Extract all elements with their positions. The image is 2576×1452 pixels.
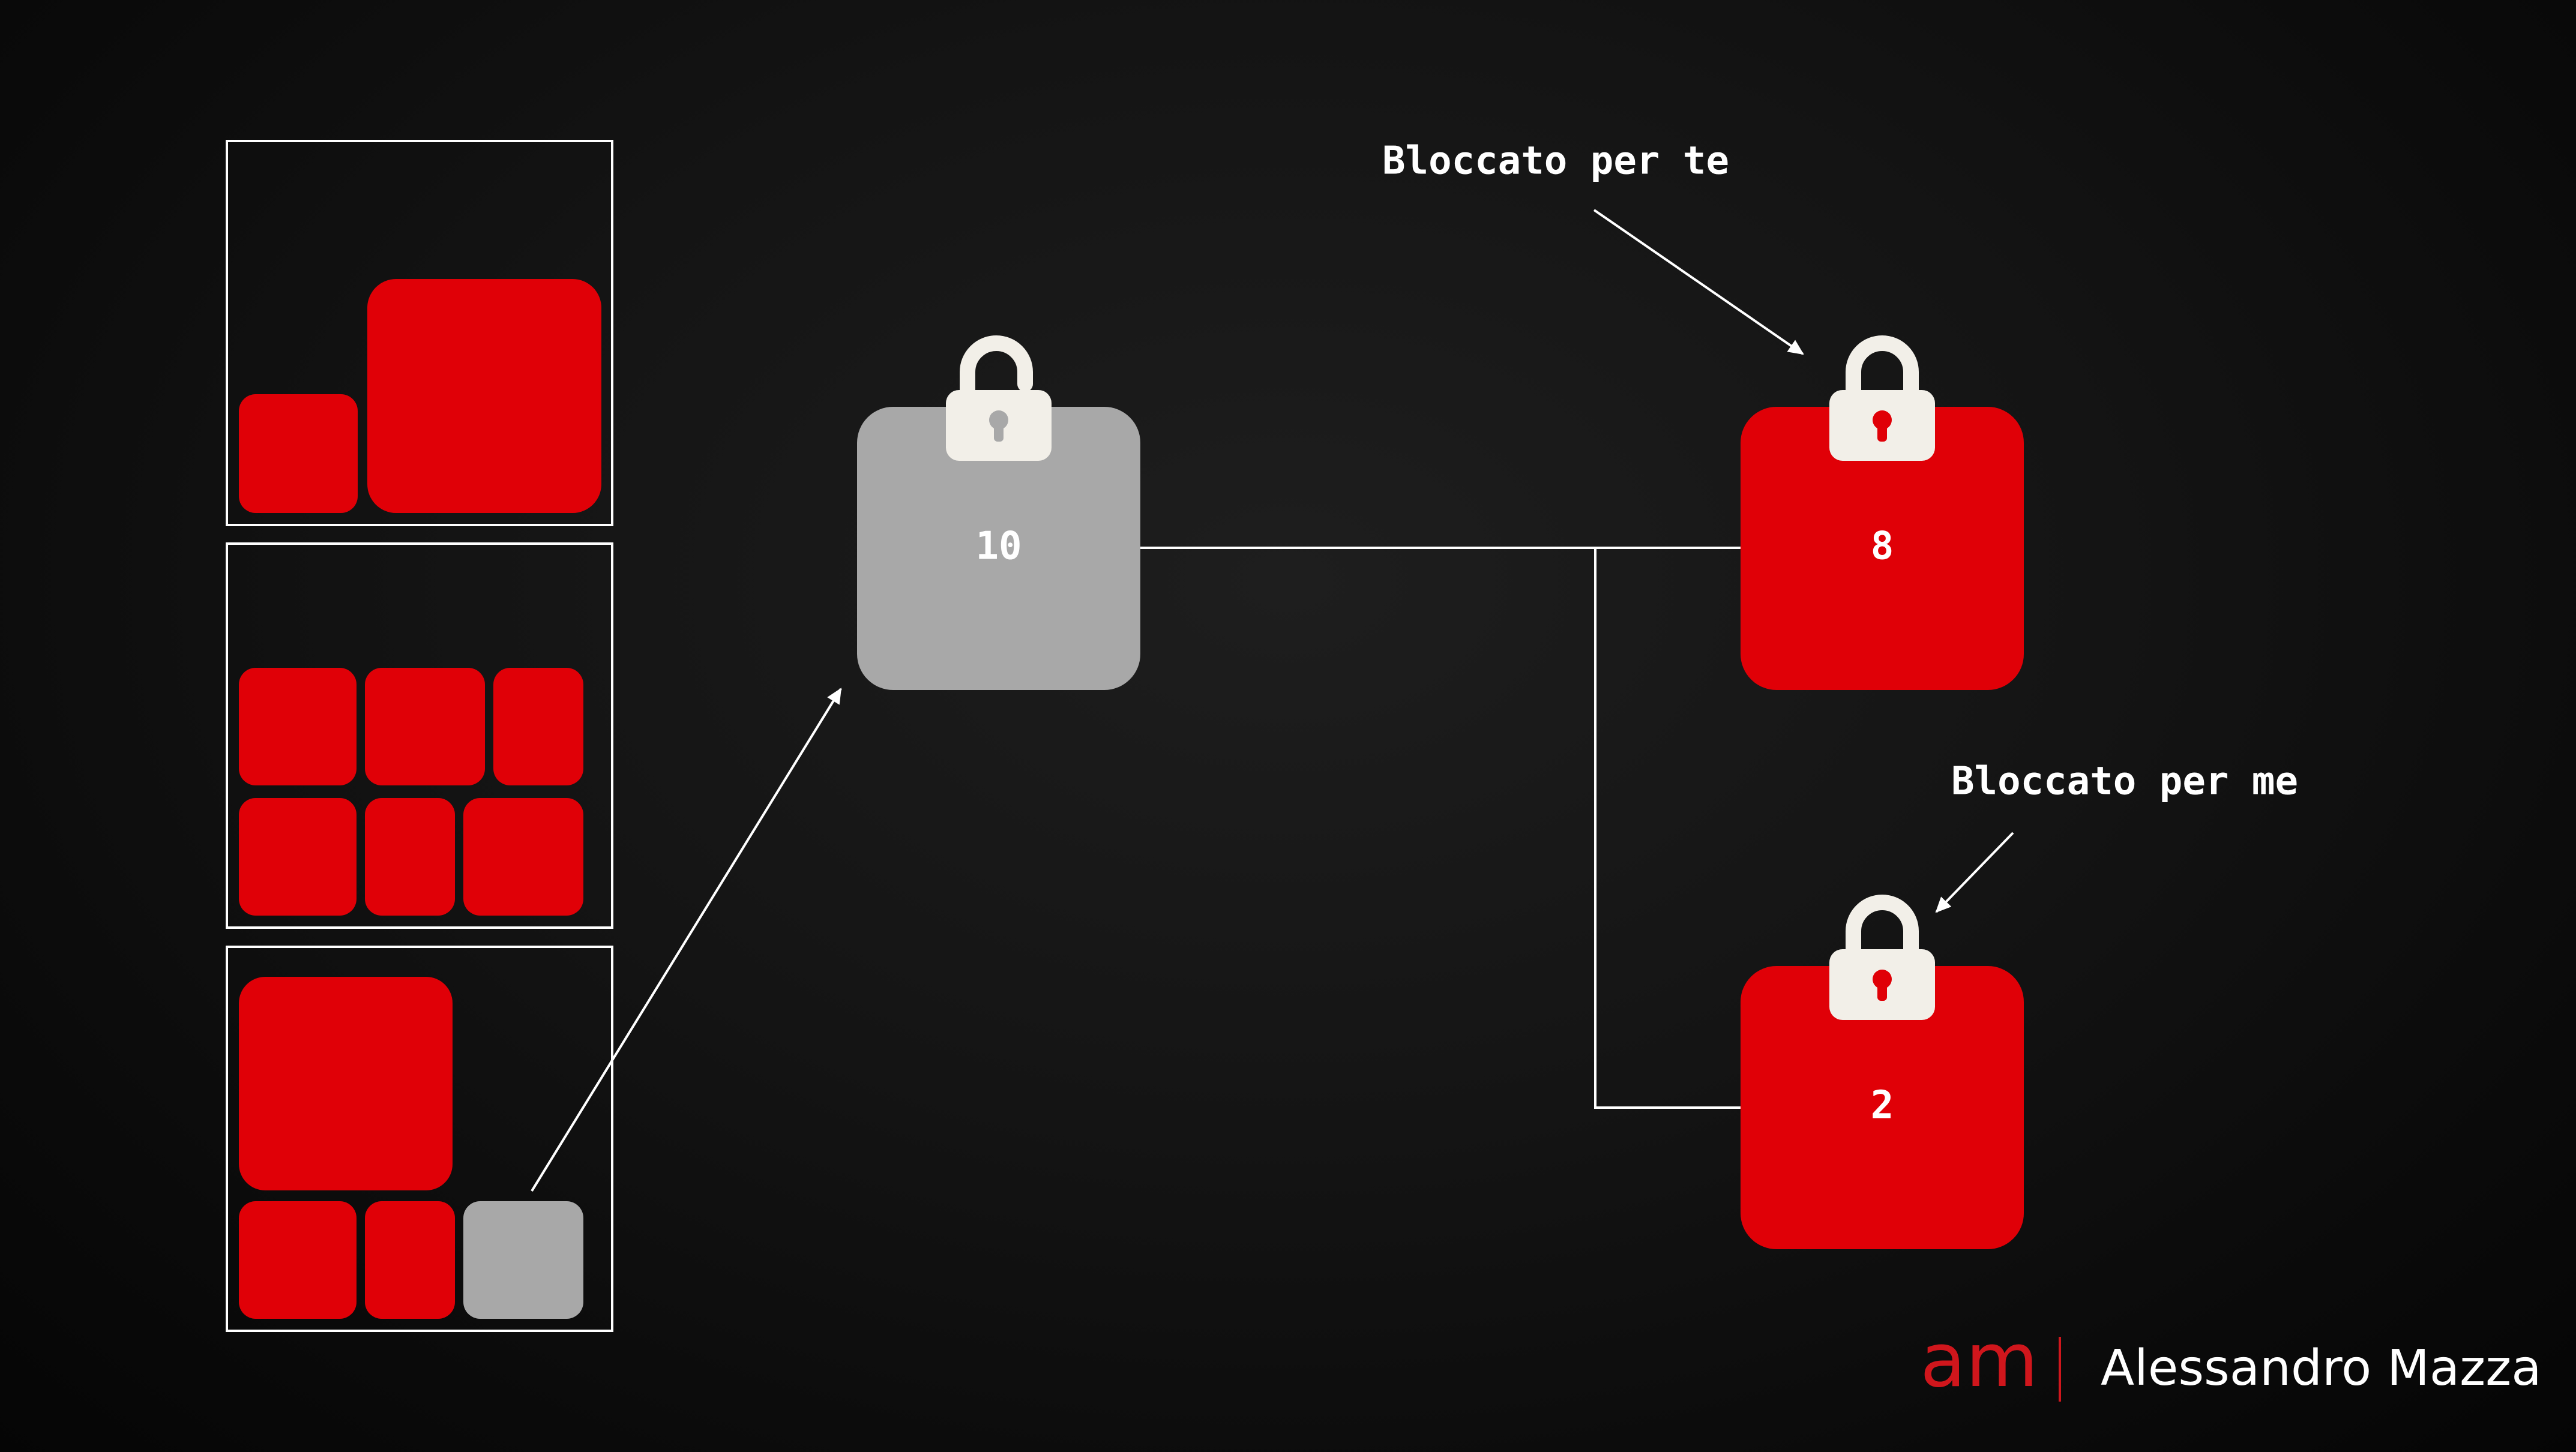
utxo-block: [365, 668, 485, 785]
node-free: 10: [857, 335, 1140, 690]
utxo-block: [365, 1201, 455, 1319]
node-locked-for-me-value: 2: [1871, 1084, 1894, 1128]
utxo-block: [239, 668, 357, 785]
utxo-block: [239, 1201, 357, 1319]
utxo-block: [365, 798, 455, 916]
node-free-value: 10: [975, 524, 1022, 569]
annotation-locked-for-you: Bloccato per te: [1382, 139, 1729, 184]
diagram-svg: 10 8 2 Bloccato per te Bloccato per me a…: [226, 139, 2542, 1404]
utxo-block: [239, 798, 357, 916]
utxo-panel-2: [226, 542, 613, 929]
brand-logo-mark: am: [1920, 1318, 2038, 1404]
utxo-panel-1: [226, 140, 613, 526]
brand-logo: am Alessandro Mazza: [1920, 1318, 2541, 1404]
annotation-locked-for-me: Bloccato per me: [1951, 760, 2298, 804]
annotation-arrow: [1593, 209, 1804, 355]
utxo-block: [493, 668, 583, 785]
lock-closed-icon: [1829, 895, 1935, 1020]
utxo-block: [367, 279, 601, 513]
utxo-block-selected: [463, 1201, 583, 1319]
annotation-arrow: [1935, 832, 2014, 913]
node-locked-for-me: 2: [1741, 895, 2024, 1249]
utxo-block: [239, 977, 453, 1190]
node-locked-for-you-value: 8: [1871, 524, 1894, 569]
diagram-canvas: 10 8 2 Bloccato per te Bloccato per me a…: [0, 0, 2576, 1452]
utxo-panel-3: [226, 946, 613, 1332]
utxo-block: [463, 798, 583, 916]
lock-closed-icon: [1829, 335, 1935, 461]
lock-open-icon: [946, 335, 1052, 461]
utxo-block: [239, 394, 358, 513]
split-connectors: [1140, 547, 1742, 1109]
brand-name: Alessandro Mazza: [2101, 1340, 2542, 1397]
node-locked-for-you: 8: [1741, 335, 2024, 690]
